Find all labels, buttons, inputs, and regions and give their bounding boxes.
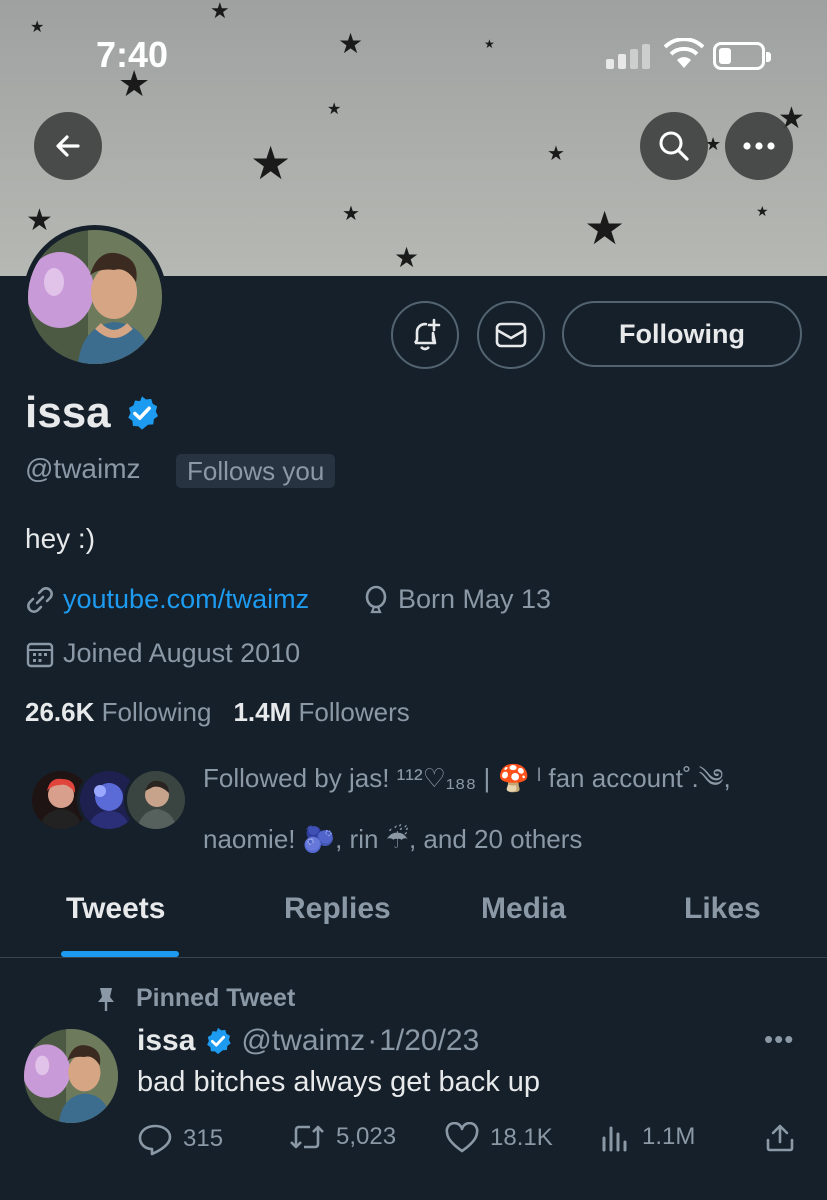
battery-icon bbox=[713, 42, 771, 70]
star-decoration: ★ bbox=[327, 101, 342, 118]
joined-text: Joined August 2010 bbox=[63, 638, 301, 668]
view-count: 1.1M bbox=[642, 1123, 696, 1150]
follower-avatar[interactable] bbox=[124, 768, 188, 832]
birthday-row: Born May 13 bbox=[362, 584, 551, 615]
search-button[interactable] bbox=[640, 112, 708, 180]
star-decoration: ★ bbox=[756, 203, 769, 219]
cellular-signal-icon bbox=[606, 44, 650, 69]
star-decoration: ★ bbox=[250, 137, 292, 189]
bell-plus-icon bbox=[413, 318, 441, 351]
tweet-date[interactable]: 1/20/23 bbox=[379, 1024, 479, 1058]
link-icon bbox=[27, 586, 53, 613]
tweet-more-icon[interactable]: ••• bbox=[764, 1024, 794, 1055]
tab-likes[interactable]: Likes bbox=[684, 892, 761, 926]
retweet-icon bbox=[290, 1125, 324, 1149]
birthday-text: Born May 13 bbox=[398, 584, 552, 614]
star-decoration: ★ bbox=[394, 242, 420, 273]
bar-chart-icon bbox=[602, 1126, 627, 1152]
following-count[interactable]: 26.6K Following bbox=[25, 697, 211, 728]
website-link[interactable]: youtube.com/twaimz bbox=[63, 584, 309, 615]
tab-tweets[interactable]: Tweets bbox=[66, 892, 165, 926]
tweet-text[interactable]: bad bitches always get back up bbox=[137, 1066, 540, 1099]
profile-avatar[interactable] bbox=[23, 225, 167, 369]
arrow-left-icon bbox=[56, 135, 80, 157]
tweet-author-name[interactable]: issa bbox=[137, 1024, 195, 1058]
pinned-tweet-text: Pinned Tweet bbox=[136, 984, 296, 1012]
star-decoration: ★ bbox=[547, 143, 565, 165]
star-decoration: ★ bbox=[26, 204, 53, 237]
star-decoration: ★ bbox=[30, 19, 45, 36]
profile-handle: @twaimz bbox=[25, 453, 141, 484]
profile-tabs: Tweets Replies Media Likes bbox=[0, 880, 827, 958]
tweet-author-handle[interactable]: @twaimz bbox=[241, 1024, 365, 1058]
heart-icon bbox=[445, 1122, 479, 1153]
like-button[interactable]: 18.1K bbox=[444, 1122, 553, 1154]
share-button[interactable] bbox=[764, 1122, 796, 1154]
share-icon bbox=[766, 1124, 794, 1152]
reply-button[interactable]: 315 bbox=[137, 1122, 223, 1156]
star-decoration: ★ bbox=[210, 0, 230, 23]
website-row[interactable]: youtube.com/twaimz bbox=[25, 584, 309, 615]
back-button[interactable] bbox=[34, 112, 102, 180]
views-button[interactable]: 1.1M bbox=[600, 1122, 695, 1152]
message-button[interactable] bbox=[477, 301, 545, 369]
pinned-label: Pinned Tweet bbox=[94, 984, 295, 1013]
verified-badge-icon bbox=[207, 1027, 232, 1055]
envelope-icon bbox=[495, 322, 527, 348]
reply-count: 315 bbox=[183, 1125, 224, 1152]
tweet-header: issa @twaimz · 1/20/23 bbox=[137, 1024, 479, 1058]
tweet-author-avatar[interactable] bbox=[24, 1029, 118, 1123]
followers-count[interactable]: 1.4M Followers bbox=[233, 697, 409, 728]
profile-bio: hey :) bbox=[25, 523, 96, 554]
active-tab-indicator bbox=[61, 951, 179, 957]
search-icon bbox=[659, 131, 689, 161]
calendar-icon bbox=[26, 642, 54, 667]
tab-media[interactable]: Media bbox=[481, 892, 566, 926]
more-options-button[interactable] bbox=[725, 112, 793, 180]
star-decoration: ★ bbox=[484, 37, 495, 51]
joined-row: Joined August 2010 bbox=[25, 638, 300, 669]
pin-icon bbox=[98, 987, 114, 1011]
tab-replies[interactable]: Replies bbox=[284, 892, 391, 926]
reply-icon bbox=[138, 1124, 172, 1156]
retweet-button[interactable]: 5,023 bbox=[288, 1122, 396, 1152]
star-decoration: ★ bbox=[338, 28, 364, 59]
follows-you-badge: Follows you bbox=[176, 454, 336, 488]
retweet-count: 5,023 bbox=[336, 1123, 397, 1150]
following-button[interactable]: Following bbox=[562, 301, 802, 367]
star-decoration: ★ bbox=[342, 203, 360, 225]
wifi-icon bbox=[663, 37, 705, 75]
tweet-separator: · bbox=[367, 1024, 378, 1057]
notifications-button[interactable] bbox=[391, 301, 459, 369]
balloon-icon bbox=[365, 585, 387, 613]
status-time: 7:40 bbox=[96, 34, 169, 75]
verified-badge-icon bbox=[128, 396, 158, 430]
like-count: 18.1K bbox=[490, 1124, 553, 1151]
more-horizontal-icon bbox=[743, 142, 775, 150]
follow-counts: 26.6K Following 1.4M Followers bbox=[25, 697, 410, 728]
followed-by-text[interactable]: Followed by jas! ¹¹²♡₁₈₈ | 🍄 ˡ fan accou… bbox=[203, 748, 803, 870]
star-decoration: ★ bbox=[584, 202, 626, 254]
profile-name: issa bbox=[25, 388, 111, 437]
